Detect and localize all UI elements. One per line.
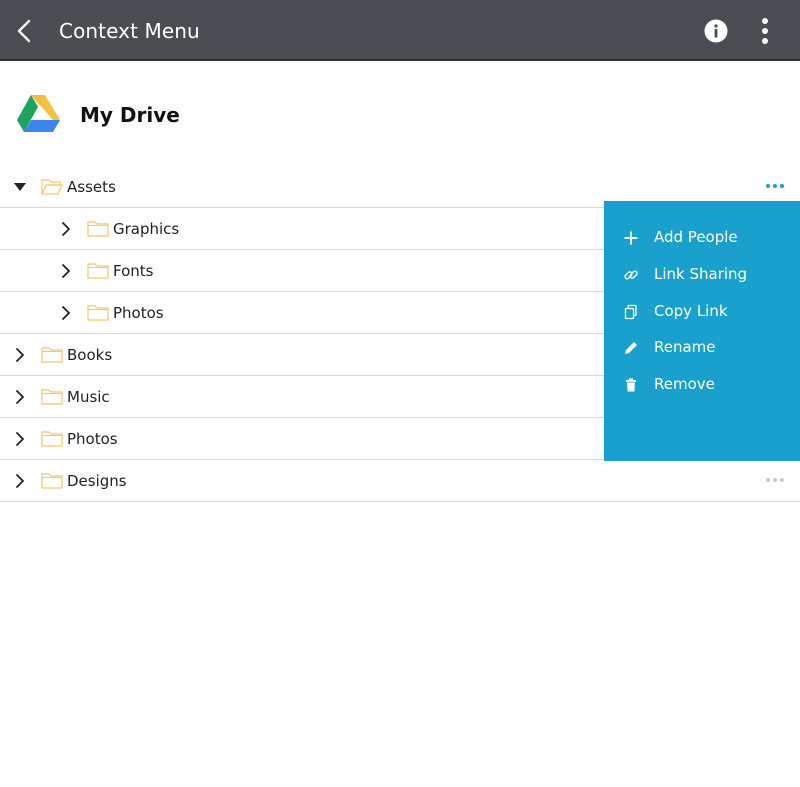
tree-row-label: Books	[67, 346, 113, 364]
menu-item-remove[interactable]: Remove	[604, 368, 800, 405]
drive-title: My Drive	[80, 103, 180, 127]
menu-item-label: Copy Link	[654, 301, 728, 320]
menu-item-label: Link Sharing	[654, 264, 748, 283]
menu-item-rename[interactable]: Rename	[604, 331, 800, 368]
info-icon[interactable]	[704, 19, 728, 43]
page-title: Context Menu	[59, 19, 200, 43]
trash-icon	[626, 378, 636, 392]
app-bar: Context Menu	[0, 0, 800, 61]
folder-icon	[41, 389, 63, 405]
more-vert-icon[interactable]	[758, 17, 772, 45]
chevron-right-icon[interactable]	[13, 389, 27, 405]
tree-row-label: Graphics	[113, 220, 180, 238]
plus-icon	[624, 231, 638, 245]
more-horiz-icon[interactable]	[765, 476, 785, 484]
folder-icon	[41, 473, 63, 489]
menu-item-label: Add People	[654, 228, 738, 246]
folder-open-icon	[41, 179, 63, 195]
context-menu: Add People Link Sharing Copy Link Rename…	[604, 201, 800, 461]
pencil-icon	[625, 342, 637, 355]
caret-down-icon[interactable]	[13, 179, 27, 195]
folder-icon	[87, 263, 109, 279]
menu-item-label: Remove	[654, 375, 715, 394]
menu-item-label: Rename	[654, 338, 716, 357]
tree-row-designs[interactable]: Designs	[0, 460, 800, 502]
chevron-right-icon[interactable]	[59, 305, 73, 321]
chevron-right-icon[interactable]	[59, 221, 73, 237]
tree-row-label: Photos	[67, 430, 118, 448]
tree-row-label: Assets	[67, 178, 116, 196]
chevron-right-icon[interactable]	[59, 263, 73, 279]
chevron-right-icon[interactable]	[13, 431, 27, 447]
folder-icon	[87, 221, 109, 237]
tree-row-label: Designs	[67, 472, 127, 490]
folder-icon	[41, 431, 63, 447]
tree-row-label: Fonts	[113, 262, 154, 280]
chevron-right-icon[interactable]	[13, 347, 27, 363]
more-horiz-icon[interactable]	[765, 182, 785, 190]
menu-item-link-sharing[interactable]: Link Sharing	[604, 258, 800, 295]
tree-row-label: Photos	[113, 304, 164, 322]
drive-header: My Drive	[0, 62, 800, 166]
folder-icon	[87, 305, 109, 321]
menu-item-add-people[interactable]: Add People	[604, 221, 800, 258]
folder-icon	[41, 347, 63, 363]
copy-icon	[624, 304, 637, 319]
link-icon	[624, 270, 638, 280]
google-drive-logo-icon	[17, 95, 60, 132]
menu-item-copy-link[interactable]: Copy Link	[604, 295, 800, 332]
tree-row-label: Music	[67, 388, 110, 406]
chevron-right-icon[interactable]	[13, 473, 27, 489]
chevron-left-icon[interactable]	[14, 18, 36, 44]
